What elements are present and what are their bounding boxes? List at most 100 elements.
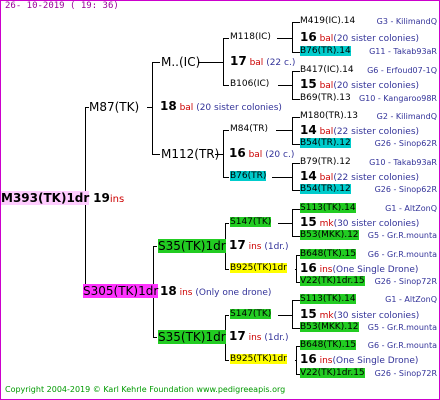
leaf-row: S113(TK).14 G1 - AltZonQ xyxy=(300,202,437,215)
leaf-row: S113(TK).14 G1 - AltZonQ xyxy=(300,293,437,306)
connector xyxy=(278,85,293,86)
leaf-note: (One Single Drone) xyxy=(332,356,419,366)
sire-node: M87(TK) xyxy=(89,100,139,115)
ssd-node: B106(IC) xyxy=(230,78,269,91)
leaf-note: (22 sister colonies) xyxy=(333,127,420,137)
leaf-note: G6 - Gr.R.mounta xyxy=(367,250,437,259)
leaf-note: G5 - Gr.R.mounta xyxy=(367,323,437,332)
dsa-node: S147(TK) xyxy=(230,216,272,229)
dda-node: S147(TK) xyxy=(230,308,272,321)
leaf-count: 14 xyxy=(300,169,317,183)
connector xyxy=(223,85,229,86)
root-name: M393(TK)1dr xyxy=(1,191,90,205)
leaf-note: G1 - AltZonQ xyxy=(385,204,437,213)
connector xyxy=(296,255,297,283)
root-node: M393(TK)1dr 19ins xyxy=(1,191,124,207)
connector xyxy=(223,130,224,178)
ds-label: ins xyxy=(248,242,262,252)
dsa-name: S147(TK) xyxy=(230,217,272,227)
leaf-label: mk xyxy=(319,219,334,229)
leaf-note: G10 - Takab93aR xyxy=(369,158,437,167)
connector xyxy=(276,130,293,131)
sire-count: 18 xyxy=(160,99,177,113)
leaf-row: V22(TK)1dr.15 G26 - Sinop72R xyxy=(300,275,437,288)
leaf-row: B69(TR).13 G10 - Kangaroo98R xyxy=(300,92,437,105)
leaf-name: B79(TR).12 xyxy=(300,157,351,167)
connector xyxy=(292,300,300,301)
leaf-row: B79(TR).12 G10 - Takab93aR xyxy=(300,156,437,169)
leaf-count: 16 xyxy=(300,352,317,366)
dd-note: (1dr.) xyxy=(264,333,289,343)
leaf-row: B648(TK).15 G6 - Gr.R.mounta xyxy=(300,248,437,261)
leaf-note: G6 - Erfoud07-1Q xyxy=(367,66,437,75)
leaf-name: V22(TK)1dr.15 xyxy=(300,276,365,286)
leaf-note: G5 - Gr.R.mounta xyxy=(367,231,437,240)
connector xyxy=(223,177,229,178)
dd-count: 17 xyxy=(229,329,246,343)
connector xyxy=(277,38,293,39)
leaf-note: G6 - Gr.R.mounta xyxy=(367,341,437,350)
leaf-row: B648(TK).15 G6 - Gr.R.mounta xyxy=(300,339,437,352)
leaf-name: B53(MKK).12 xyxy=(300,322,359,332)
connector xyxy=(296,346,297,375)
ddb-node: B925(TK)1dr xyxy=(230,353,287,366)
connector xyxy=(292,209,293,237)
dam-label: ins xyxy=(179,288,193,298)
copyright-footer: Copyright 2004-2019 © Karl Kehrle Founda… xyxy=(5,385,286,394)
connector xyxy=(292,163,300,164)
connector xyxy=(225,315,229,316)
leaf-row: M180(TR).13 G2 - KilimandQ xyxy=(300,110,437,123)
leaf-label: bal xyxy=(319,34,334,44)
sdd-name: B76(TR) xyxy=(230,171,267,181)
sss-note: (22 c.) xyxy=(266,58,296,68)
leaf-note: (30 sister colonies) xyxy=(333,311,420,321)
connector xyxy=(223,130,229,131)
leaf-note: (20 sister colonies) xyxy=(333,81,420,91)
leaf-note: G1 - AltZonQ xyxy=(385,295,437,304)
leaf-note: G10 - Kangaroo98R xyxy=(358,94,437,103)
sire-label: bal xyxy=(179,103,194,113)
sire-info: 18 bal (20 sister colonies) xyxy=(160,100,282,115)
connector xyxy=(153,337,157,338)
connector xyxy=(292,236,300,237)
ssd-name: B106(IC) xyxy=(230,79,270,89)
ss-name: M..(IC) xyxy=(161,55,201,69)
ds-count: 17 xyxy=(229,238,246,252)
sds-name: M84(TR) xyxy=(230,124,268,134)
leaf-row: M419(IC).14 G3 - KilimandQ xyxy=(300,15,437,28)
connector xyxy=(292,117,293,145)
dd-name: S35(TK)1dr xyxy=(158,330,226,344)
leaf-label: ins xyxy=(319,356,333,366)
root-count: 19 xyxy=(93,191,110,205)
connector xyxy=(225,223,229,224)
leaf-row: B54(TR).12 G26 - Sinop62R xyxy=(300,137,437,150)
leaf-row: V22(TK)1dr.15 G26 - Sinop72R xyxy=(300,367,437,380)
leaf-note: G3 - KilimandQ xyxy=(376,17,437,26)
dsb-name: B925(TK)1dr xyxy=(230,263,287,273)
leaf-name: B53(MKK).12 xyxy=(300,230,359,240)
leaf-name: B648(TK).15 xyxy=(300,340,357,350)
leaf-note: (20 sister colonies) xyxy=(333,34,420,44)
sire-note: (20 sister colonies) xyxy=(196,103,282,113)
connector xyxy=(292,163,293,191)
connector xyxy=(292,99,300,100)
dd-label: ins xyxy=(248,333,262,343)
connector xyxy=(152,62,153,155)
connector xyxy=(278,315,293,316)
connector xyxy=(292,117,300,118)
leaf-row: 15 bal(20 sister colonies) xyxy=(300,78,419,93)
sss-name: M118(IC) xyxy=(230,32,271,42)
connector xyxy=(292,144,300,145)
pedigree-tree: 26- 10-2019 ( 19: 36) M393(TK)1dr 19ins … xyxy=(0,0,440,400)
sd-count: 16 xyxy=(229,146,246,160)
leaf-name: B76(TR).14 xyxy=(300,46,351,56)
connector xyxy=(272,177,293,178)
leaf-name: M180(TR).13 xyxy=(300,111,359,121)
ds-note: (1dr.) xyxy=(264,242,289,252)
connector xyxy=(292,300,293,329)
leaf-name: S113(TK).14 xyxy=(300,294,356,304)
connector xyxy=(292,71,293,100)
connector xyxy=(292,52,300,53)
leaf-name: B54(TR).12 xyxy=(300,184,351,194)
dsb-node: B925(TK)1dr xyxy=(230,262,287,275)
